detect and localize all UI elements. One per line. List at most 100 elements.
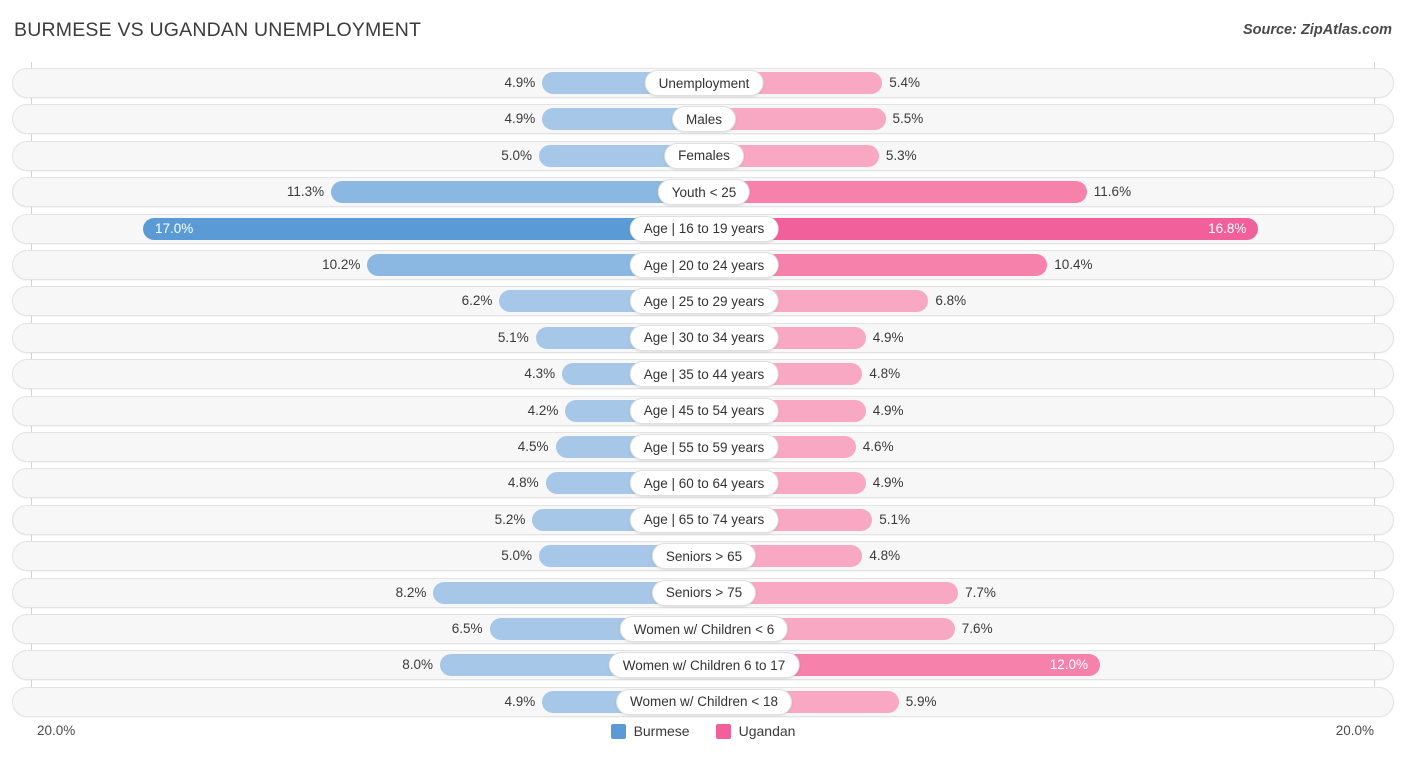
value-label-ugandan: 7.7% (965, 584, 996, 600)
table-row[interactable]: 4.5% 4.6% Age | 55 to 59 years (12, 432, 1394, 462)
row-inner: 5.0% 5.3% Females (13, 142, 1395, 170)
chart-legend: Burmese Ugandan (0, 723, 1406, 739)
category-label[interactable]: Age | 30 to 34 years (629, 324, 779, 351)
value-label-burmese: 4.9% (504, 693, 536, 709)
row-inner: 4.9% 5.9% Women w/ Children < 18 (13, 688, 1395, 716)
category-label[interactable]: Females (664, 142, 744, 169)
table-row[interactable]: 5.0% 4.8% Seniors > 65 (12, 541, 1395, 572)
value-label-ugandan: 4.9% (872, 329, 904, 345)
row-inner: 17.0% 16.8% Age | 16 to 19 years (13, 215, 1395, 243)
value-label-ugandan: 4.8% (869, 548, 901, 564)
chart-plot-area: 4.9% 5.4% Unemployment 4.9% 5.5% Males 5.0% 5.3… (0, 62, 1406, 717)
row-inner: 6.2% 6.8% Age | 25 to 29 years (13, 287, 1395, 315)
table-row[interactable]: 4.9% 5.4% Unemployment (12, 68, 1394, 98)
value-label-burmese: 17.0% (155, 220, 194, 236)
value-label-burmese: 4.2% (527, 402, 559, 418)
row-inner: 11.3% 11.6% Youth < 25 (13, 178, 1395, 206)
legend-label-burmese: Burmese (633, 723, 690, 739)
table-row[interactable]: 5.2% 5.1% Age | 65 to 74 years (12, 504, 1395, 535)
value-label-burmese: 10.2% (322, 257, 361, 272)
table-row[interactable]: 8.2% 7.7% Seniors > 75 (12, 577, 1394, 608)
legend-item-burmese[interactable]: Burmese (610, 723, 690, 739)
legend-swatch-ugandan (715, 723, 731, 739)
legend-swatch-burmese (610, 723, 626, 739)
category-label[interactable]: Age | 55 to 59 years (629, 434, 779, 460)
value-label-ugandan: 4.9% (872, 402, 904, 418)
value-label-burmese: 4.8% (507, 475, 539, 491)
row-inner: 10.2% 10.4% Age | 20 to 24 years (13, 251, 1395, 279)
category-label[interactable]: Age | 25 to 29 years (629, 288, 779, 315)
value-label-burmese: 5.2% (494, 511, 526, 527)
value-label-ugandan: 4.6% (862, 439, 894, 454)
row-inner: 4.3% 4.8% Age | 35 to 44 years (13, 360, 1395, 388)
category-label[interactable]: Unemployment (644, 70, 764, 96)
value-label-burmese: 5.0% (501, 548, 532, 564)
category-label[interactable]: Women w/ Children < 18 (616, 688, 792, 715)
table-row[interactable]: 5.0% 5.3% Females (12, 140, 1395, 171)
category-label[interactable]: Males (671, 106, 737, 133)
row-inner: 5.2% 5.1% Age | 65 to 74 years (13, 506, 1395, 534)
value-label-ugandan: 5.9% (905, 693, 937, 709)
value-label-burmese: 11.3% (286, 184, 325, 200)
value-label-burmese: 4.3% (524, 366, 556, 382)
value-label-ugandan: 4.8% (869, 366, 901, 382)
value-label-ugandan: 5.3% (885, 147, 917, 163)
page-title: BURMESE VS UGANDAN UNEMPLOYMENT (14, 19, 422, 41)
category-label[interactable]: Age | 45 to 54 years (629, 397, 779, 424)
table-row[interactable]: 10.2% 10.4% Age | 20 to 24 years (12, 250, 1394, 280)
table-row[interactable]: 4.9% 5.9% Women w/ Children < 18 (12, 686, 1395, 717)
value-label-ugandan: 4.9% (872, 475, 904, 491)
value-label-ugandan: 10.4% (1054, 257, 1093, 272)
legend-label-ugandan: Ugandan (738, 723, 796, 739)
category-label[interactable]: Age | 20 to 24 years (629, 252, 779, 278)
table-row[interactable]: 6.2% 6.8% Age | 25 to 29 years (12, 286, 1395, 317)
table-row[interactable]: 4.2% 4.9% Age | 45 to 54 years (12, 395, 1395, 426)
row-inner: 5.1% 4.9% Age | 30 to 34 years (13, 324, 1395, 352)
value-label-burmese: 5.1% (497, 329, 529, 345)
row-inner: 6.5% 7.6% Women w/ Children < 6 (13, 615, 1395, 643)
table-row[interactable]: 5.1% 4.9% Age | 30 to 34 years (12, 322, 1395, 353)
bar-burmese[interactable] (331, 181, 704, 206)
category-label[interactable]: Age | 35 to 44 years (629, 361, 779, 388)
table-row[interactable]: 4.3% 4.8% Age | 35 to 44 years (12, 359, 1395, 390)
row-inner: 8.0% 12.0% Women w/ Children 6 to 17 (13, 651, 1395, 679)
value-label-ugandan: 16.8% (1208, 220, 1247, 236)
value-label-burmese: 6.2% (461, 293, 493, 309)
value-label-burmese: 5.0% (501, 147, 532, 163)
value-label-ugandan: 5.1% (879, 511, 911, 527)
row-inner: 4.9% 5.4% Unemployment (13, 69, 1395, 97)
table-row[interactable]: 8.0% 12.0% Women w/ Children 6 to 17 (12, 650, 1395, 681)
value-label-burmese: 4.9% (504, 75, 536, 90)
table-row[interactable]: 11.3% 11.6% Youth < 25 (12, 177, 1395, 208)
table-row[interactable]: 4.9% 5.5% Males (12, 104, 1395, 135)
category-label[interactable]: Youth < 25 (657, 179, 751, 206)
category-label[interactable]: Women w/ Children 6 to 17 (608, 652, 800, 679)
table-row[interactable]: 4.8% 4.9% Age | 60 to 64 years (12, 468, 1394, 499)
row-inner: 4.9% 5.5% Males (13, 105, 1395, 133)
value-label-burmese: 8.2% (395, 584, 427, 600)
row-inner: 5.0% 4.8% Seniors > 65 (13, 542, 1395, 570)
row-inner: 4.5% 4.6% Age | 55 to 59 years (13, 433, 1395, 461)
bar-burmese[interactable] (143, 217, 704, 242)
category-label[interactable]: Age | 16 to 19 years (629, 215, 779, 242)
category-label[interactable]: Age | 60 to 64 years (629, 470, 779, 497)
value-label-burmese: 6.5% (451, 621, 483, 636)
value-label-ugandan: 5.5% (892, 111, 924, 127)
table-row[interactable]: 6.5% 7.6% Women w/ Children < 6 (12, 614, 1394, 644)
value-label-ugandan: 11.6% (1093, 184, 1132, 200)
row-inner: 4.2% 4.9% Age | 45 to 54 years (13, 397, 1395, 425)
category-label[interactable]: Women w/ Children < 6 (619, 616, 789, 642)
category-label[interactable]: Age | 65 to 74 years (629, 506, 779, 533)
value-label-ugandan: 7.6% (961, 621, 993, 636)
bar-ugandan[interactable] (704, 181, 1087, 206)
value-label-burmese: 4.5% (517, 439, 549, 454)
category-label[interactable]: Seniors > 65 (651, 543, 757, 570)
value-label-ugandan: 6.8% (935, 293, 967, 309)
source-label: Source: ZipAtlas.com (1242, 22, 1392, 38)
value-label-burmese: 8.0% (402, 657, 433, 673)
table-row[interactable]: 17.0% 16.8% Age | 16 to 19 years (12, 213, 1395, 244)
category-label[interactable]: Seniors > 75 (651, 579, 757, 606)
value-label-ugandan: 12.0% (1049, 657, 1088, 673)
bar-ugandan[interactable] (704, 217, 1259, 242)
legend-item-ugandan[interactable]: Ugandan (715, 723, 796, 739)
